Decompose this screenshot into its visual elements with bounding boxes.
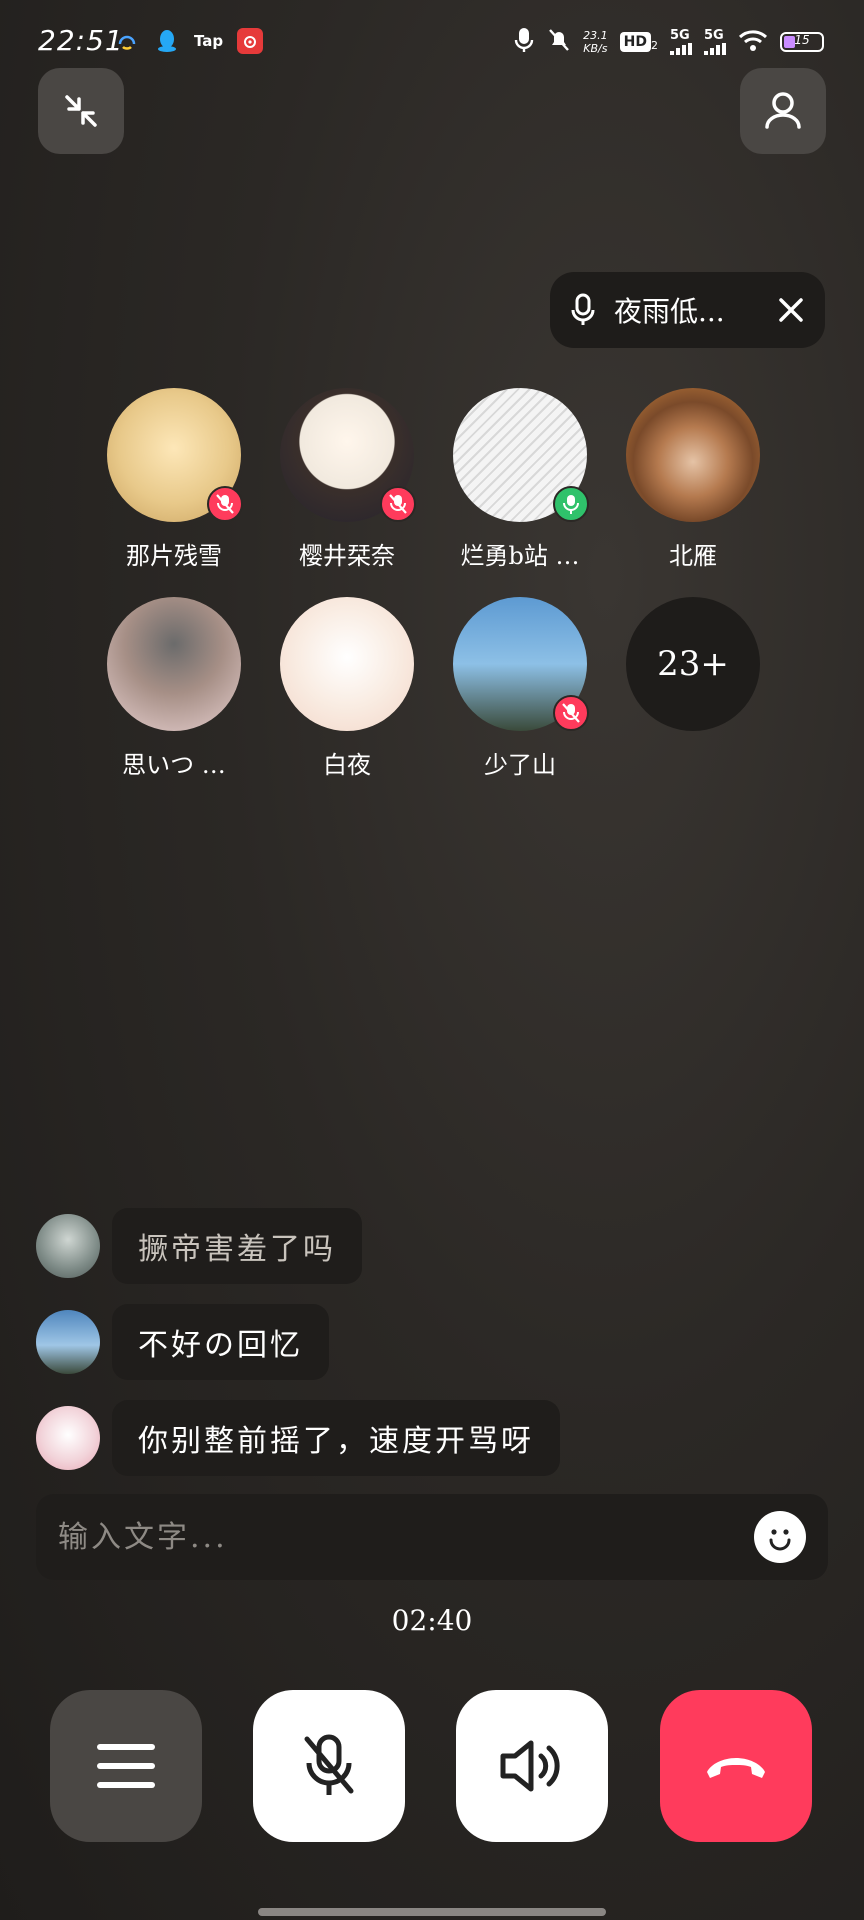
chat-message: 不好の回忆 (36, 1304, 560, 1380)
taptap-icon: Tap (194, 32, 224, 50)
mic-muted-icon (553, 695, 589, 731)
mic-muted-icon (380, 486, 416, 522)
battery-level: 15 (794, 33, 810, 47)
member-tile[interactable]: 北雁 (623, 388, 763, 571)
net-speed-unit: KB/s (583, 42, 608, 55)
member-tile[interactable]: 少了山 (450, 597, 590, 780)
more-count: 23+ (626, 597, 760, 731)
chat-message: 撅帝害羞了吗 (36, 1208, 560, 1284)
speaker-icon (500, 1740, 560, 1792)
signal-sim1-icon: 5G (670, 29, 692, 55)
member-tile[interactable]: 白夜 (277, 597, 417, 780)
battery-icon: 15 (780, 32, 824, 52)
close-icon[interactable] (777, 296, 805, 324)
qq-icon (154, 28, 180, 54)
member-name: 樱井栞奈 (299, 542, 395, 570)
menu-button[interactable] (50, 1690, 202, 1842)
collapse-arrows-icon (65, 95, 97, 127)
network-speed: 23.1 KB/s (583, 29, 608, 55)
member-name: 那片残雪 (126, 542, 222, 570)
member-avatar-image (107, 597, 241, 731)
sim1-label: 5G (670, 28, 690, 43)
member-tile[interactable]: 那片残雪 (104, 388, 244, 571)
avatar[interactable] (36, 1214, 100, 1278)
status-bar: 22:51 Tap 23.1 KB/s HD 2 5G 5G 15 (0, 0, 864, 84)
message-input[interactable] (58, 1519, 754, 1555)
avatar (107, 388, 243, 522)
hd-voice-icon: HD 2 (619, 32, 658, 52)
smiley-icon (769, 1529, 791, 1551)
mic-status-icon (513, 26, 535, 58)
hd-label: HD (619, 32, 651, 52)
member-tile[interactable]: 樱井栞奈 (277, 388, 417, 571)
active-speaker-name: 夜雨低... (614, 295, 725, 328)
avatar (453, 597, 589, 731)
avatar (280, 597, 414, 731)
member-name: 北雁 (669, 542, 717, 570)
avatar[interactable] (36, 1406, 100, 1470)
chat-messages: 撅帝害羞了吗 不好の回忆 你别整前摇了，速度开骂呀 (36, 1208, 560, 1496)
avatar (107, 597, 241, 731)
member-name: 少了山 (484, 751, 556, 779)
mic-icon (571, 293, 595, 325)
member-name: 思いつ … (122, 751, 226, 779)
signal-sim2-icon: 5G (704, 29, 726, 55)
mic-on-icon (553, 486, 589, 522)
message-bubble: 你别整前摇了，速度开骂呀 (112, 1400, 560, 1476)
avatar (626, 388, 760, 522)
active-speaker-pill[interactable]: 夜雨低... (550, 272, 825, 348)
hang-up-icon (707, 1758, 765, 1778)
mute-button[interactable] (253, 1690, 405, 1842)
sim2-label: 5G (704, 28, 724, 43)
system-status-icons: 23.1 KB/s HD 2 5G 5G 15 (513, 26, 824, 58)
person-icon (765, 92, 801, 129)
member-list-button[interactable] (740, 68, 826, 154)
home-indicator[interactable] (258, 1908, 606, 1916)
net-speed-value: 23.1 (583, 29, 608, 42)
avatar[interactable] (36, 1310, 100, 1374)
avatar (280, 388, 416, 522)
silent-bell-icon (547, 27, 571, 57)
member-avatar-image (280, 597, 414, 731)
wifi-icon (738, 28, 768, 56)
member-tile[interactable]: 烂勇b站 … (450, 388, 590, 571)
member-name: 烂勇b站 … (460, 542, 580, 570)
call-timer: 02:40 (391, 1604, 473, 1637)
minimize-button[interactable] (38, 68, 124, 154)
mic-off-icon (304, 1734, 354, 1795)
avatar (453, 388, 589, 522)
message-bubble: 不好の回忆 (112, 1304, 329, 1380)
speaker-button[interactable] (456, 1690, 608, 1842)
hd-sub: 2 (651, 39, 658, 52)
headset-app-icon (114, 28, 140, 54)
notification-icons: Tap (114, 28, 264, 54)
hamburger-icon (97, 1744, 155, 1788)
hang-up-button[interactable] (660, 1690, 812, 1842)
member-name: 白夜 (323, 751, 371, 779)
chat-message: 你别整前摇了，速度开骂呀 (36, 1400, 560, 1476)
more-members-button[interactable]: 23+ (623, 597, 763, 731)
member-avatar-image (626, 388, 760, 522)
status-time: 22:51 (38, 24, 124, 57)
message-input-bar (36, 1494, 828, 1580)
netease-music-icon (237, 28, 264, 54)
message-bubble: 撅帝害羞了吗 (112, 1208, 362, 1284)
mic-muted-icon (207, 486, 243, 522)
emoji-button[interactable] (754, 1511, 806, 1563)
member-tile[interactable]: 思いつ … (104, 597, 244, 780)
